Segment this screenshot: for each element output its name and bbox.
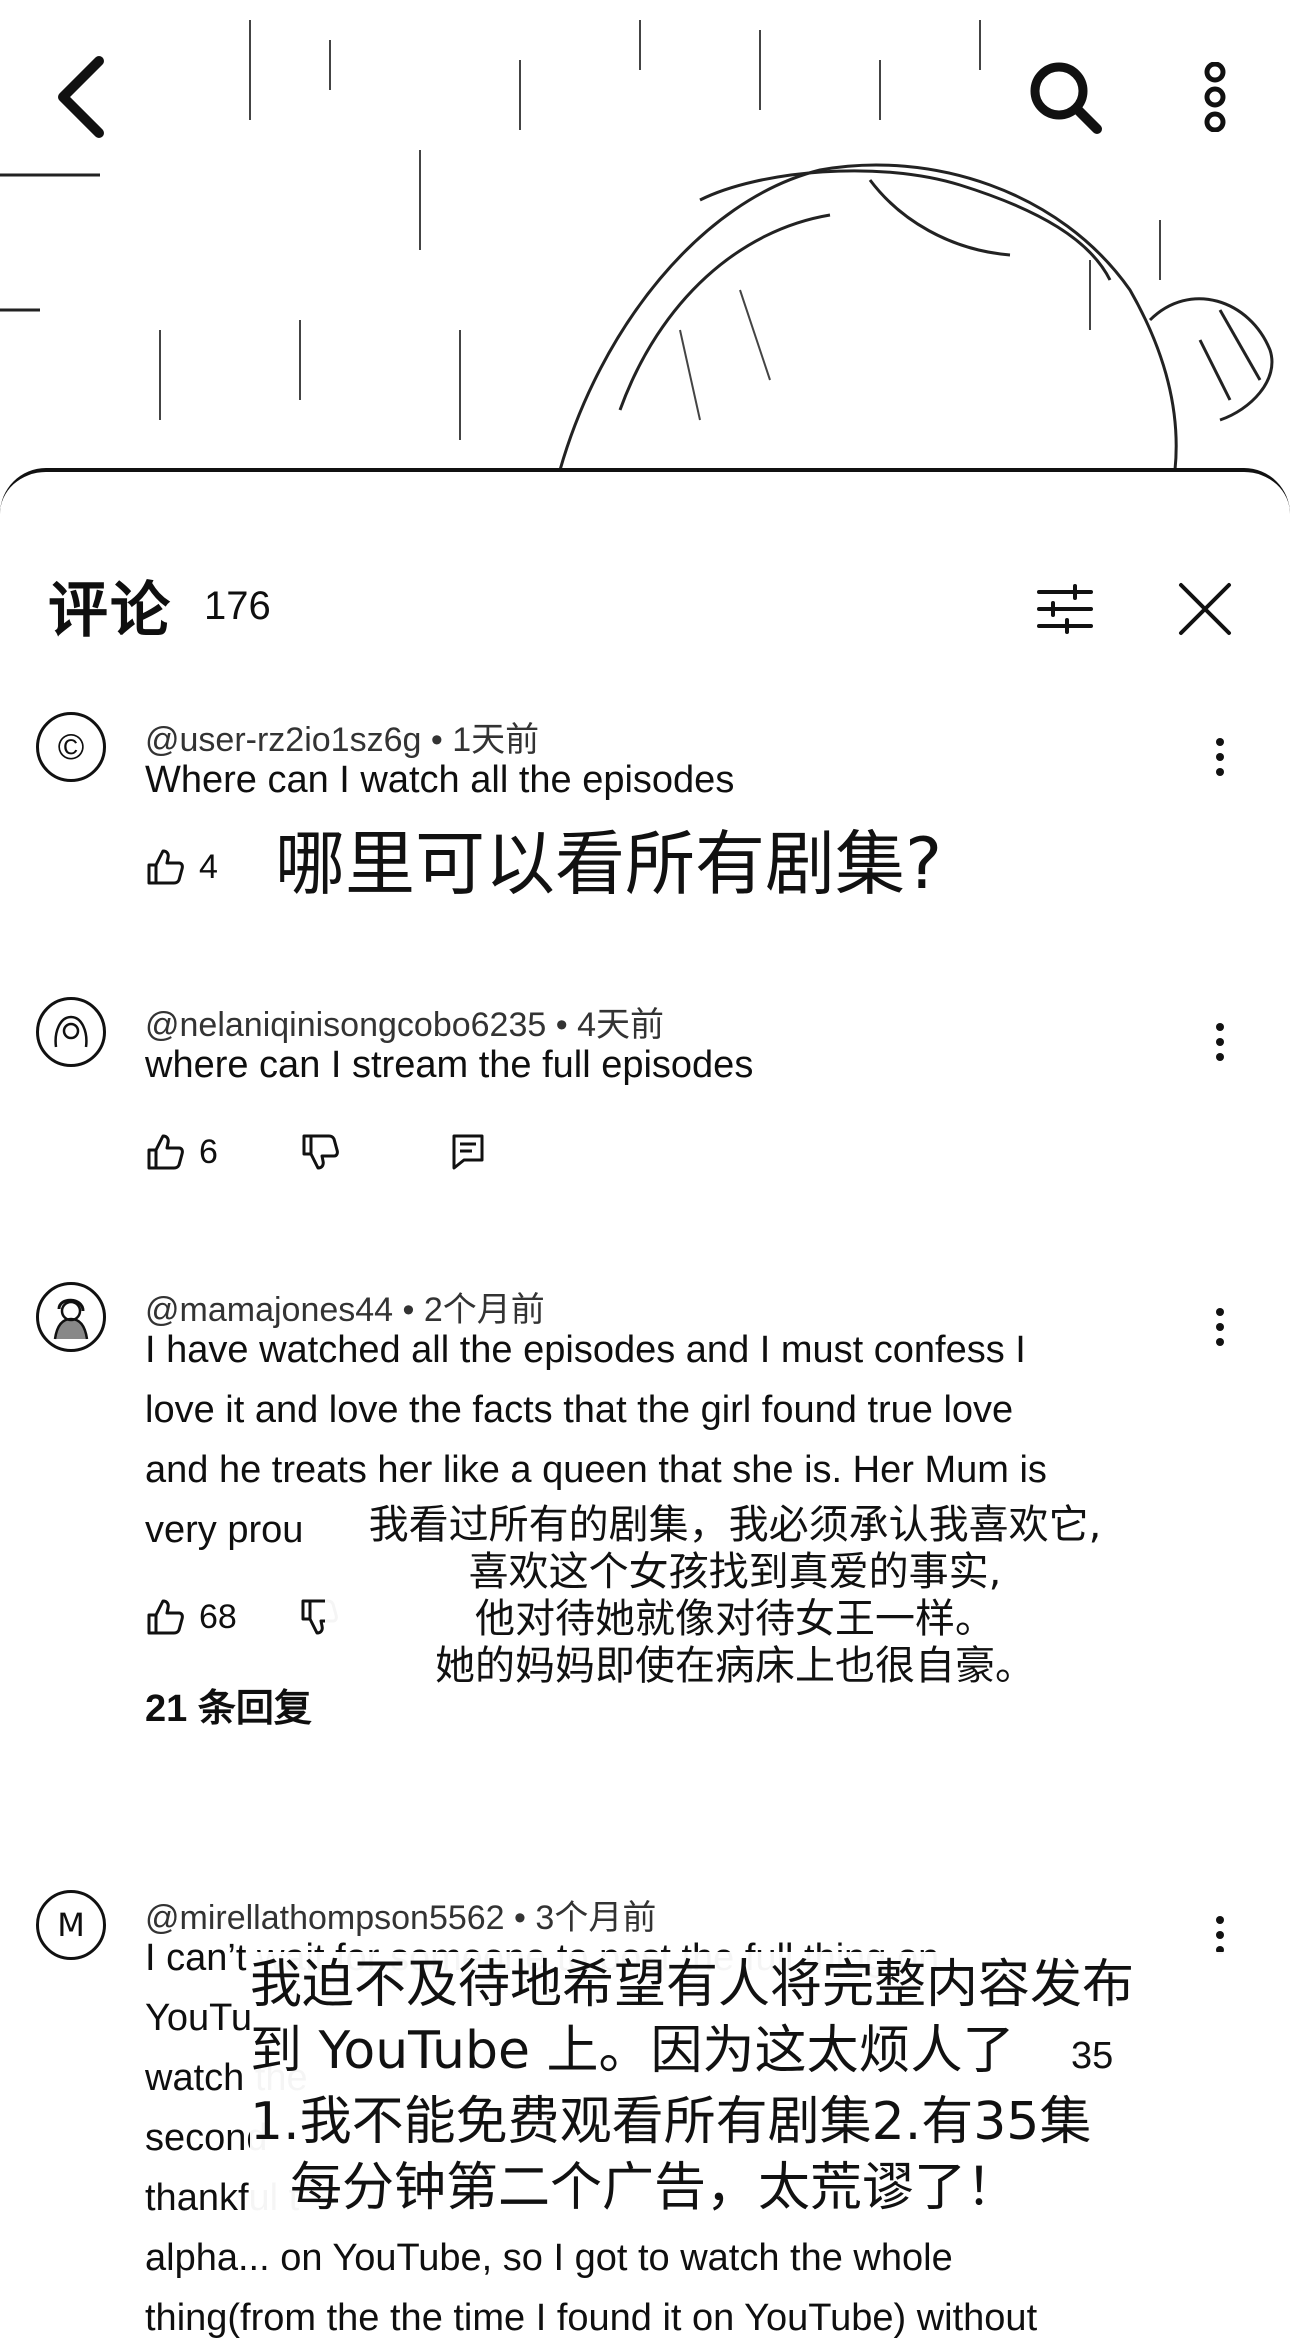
avatar-portrait-icon: [53, 1298, 89, 1340]
avatar[interactable]: ©: [36, 712, 106, 782]
overlay-line: 喜欢这个女孩找到真爱的事实,: [468, 1549, 1002, 1595]
back-button[interactable]: [28, 42, 138, 152]
sliders-icon: [1037, 584, 1093, 634]
comment-actions: 68: [145, 1587, 339, 1647]
translation-overlay: 哪里可以看所有剧集?: [275, 823, 943, 905]
like-button[interactable]: 68: [145, 1597, 237, 1637]
view-replies-link[interactable]: 21 条回复: [145, 1677, 312, 1732]
overlay-line: 1.我不能免费观看所有剧集2.有35集: [250, 2092, 1092, 2152]
avatar-letter: ©: [57, 726, 85, 767]
more-vertical-icon: [1216, 738, 1224, 776]
thumbs-down-icon: [302, 1134, 339, 1170]
like-count: 68: [199, 1597, 237, 1636]
comment-line: thing(from the the time I found it on Yo…: [145, 2297, 1038, 2339]
reply-comment-icon: [452, 1134, 484, 1170]
translation-overlay: 我看过所有的剧集，我必须承认我喜欢它, 喜欢这个女孩找到真爱的事实, 他对待她就…: [325, 1502, 1145, 1690]
avatar-letter: M: [57, 1906, 85, 1944]
avatar[interactable]: [36, 997, 106, 1067]
comment-item: © @user-rz2io1sz6g • 1天前 Where can I wat…: [0, 712, 1290, 972]
overlay-line: 到 YouTube 上。因为这太烦人了 35: [250, 2018, 1240, 2089]
comment-actions: 6: [145, 1122, 488, 1182]
comments-title: 评论: [48, 576, 172, 646]
comment-line: I have watched all the episodes and I mu…: [145, 1329, 1026, 1371]
avatar[interactable]: [36, 1282, 106, 1352]
close-button[interactable]: [1160, 564, 1250, 654]
sort-filter-button[interactable]: [1020, 564, 1110, 654]
like-count: 6: [199, 1132, 218, 1171]
search-button[interactable]: [1010, 42, 1120, 152]
more-options-button[interactable]: [1160, 42, 1270, 152]
overlay-line: 他对待她就像对待女王一样。: [475, 1596, 995, 1642]
translation-overlay: 我迫不及待地希望有人将完整内容发布 到 YouTube 上。因为这太烦人了 35…: [250, 1952, 1240, 2221]
thumbs-up-icon: [147, 1134, 184, 1170]
comment-text: Where can I watch all the episodes: [145, 759, 735, 801]
comment-line: alpha... on YouTube, so I got to watch t…: [145, 2237, 953, 2279]
thumbs-up-icon: [147, 1599, 184, 1635]
reply-button[interactable]: [448, 1132, 488, 1172]
more-vertical-icon: [1216, 1916, 1224, 1954]
overlay-line: 她的妈妈即使在病床上也很自豪。: [435, 1643, 1035, 1689]
comments-count: 176: [204, 584, 271, 628]
trailing-number: 35: [1071, 2035, 1114, 2077]
comment-line: and he treats her like a queen that she …: [145, 1449, 1047, 1491]
comment-options-button[interactable]: [1200, 1297, 1240, 1357]
more-vertical-icon: [1204, 62, 1226, 132]
search-icon: [1030, 62, 1102, 134]
comments-header: 评论 176: [0, 472, 1290, 662]
dislike-button[interactable]: [300, 1132, 340, 1172]
comment-actions: 4: [145, 837, 218, 897]
comment-item: @nelaniqinisongcobo6235 • 4天前 where can …: [0, 997, 1290, 1267]
overlay-line: 我迫不及待地希望有人将完整内容发布: [250, 1955, 1135, 2015]
like-count: 4: [199, 847, 218, 886]
video-player[interactable]: [0, 0, 1290, 500]
comment-item: M @mirellathompson5562 • 3个月前 I can’t wa…: [0, 1890, 1290, 2340]
comment-options-button[interactable]: [1200, 1012, 1240, 1072]
chevron-left-icon: [58, 56, 104, 138]
more-vertical-icon: [1216, 1308, 1224, 1346]
comment-item: @mamajones44 • 2个月前 I have watched all t…: [0, 1282, 1290, 1730]
comment-text: where can I stream the full episodes: [145, 1044, 754, 1086]
more-vertical-icon: [1216, 1023, 1224, 1061]
avatar-portrait-icon: [54, 1015, 88, 1048]
like-button[interactable]: 4: [145, 847, 218, 887]
close-icon: [1179, 583, 1231, 635]
comments-sheet: 评论 176 © @user-rz2io1sz6g • 1天前 Where ca…: [0, 468, 1290, 2340]
overlay-line: 每分钟第二个广告，太荒谬了！: [290, 2158, 1019, 2218]
overlay-text: 到 YouTube 上。因为这太烦人了: [250, 2021, 1015, 2081]
comment-options-button[interactable]: [1200, 727, 1240, 787]
thumbs-up-icon: [147, 849, 184, 885]
avatar[interactable]: M: [36, 1890, 106, 1960]
comment-line: love it and love the facts that the girl…: [145, 1389, 1014, 1431]
overlay-line: 我看过所有的剧集，我必须承认我喜欢它,: [368, 1502, 1102, 1548]
like-button[interactable]: 6: [145, 1132, 218, 1172]
